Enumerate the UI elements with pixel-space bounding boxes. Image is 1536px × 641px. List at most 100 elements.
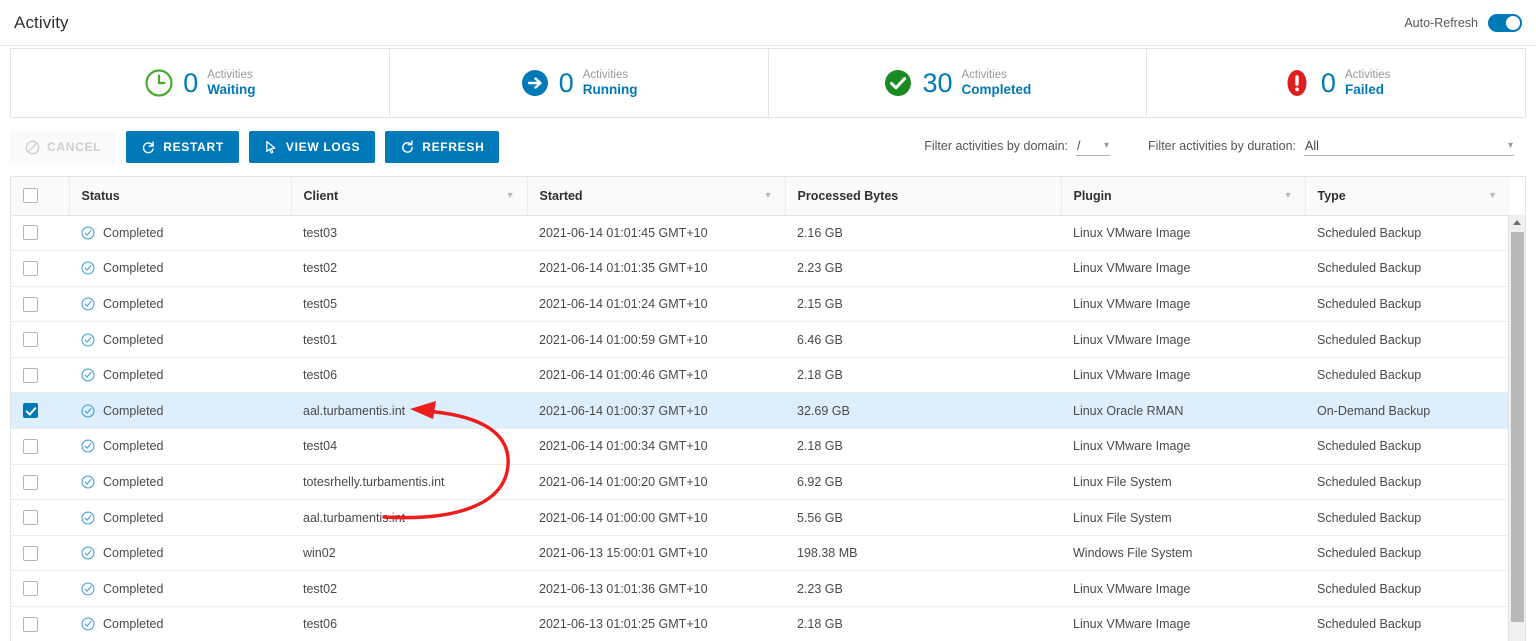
filter-duration-value: All bbox=[1305, 138, 1319, 153]
row-checkbox[interactable] bbox=[23, 367, 38, 383]
column-header-processed-bytes[interactable]: Processed Bytes bbox=[784, 177, 1061, 216]
row-select-cell[interactable] bbox=[11, 535, 69, 572]
scroll-up-arrow-icon[interactable] bbox=[1509, 215, 1525, 230]
type-cell: Scheduled Backup bbox=[1305, 250, 1509, 287]
type-cell: Scheduled Backup bbox=[1305, 464, 1509, 501]
column-header-status[interactable]: Status bbox=[68, 177, 291, 216]
filter-duration: Filter activities by duration: All ▾ bbox=[1148, 139, 1514, 156]
client-cell: test02 bbox=[291, 570, 527, 608]
table-row[interactable]: Completed test06 2021-06-13 01:01:25 GMT+1… bbox=[11, 606, 1509, 641]
row-checkbox[interactable] bbox=[23, 616, 38, 632]
row-checkbox[interactable] bbox=[23, 225, 38, 241]
row-select-cell[interactable] bbox=[11, 606, 69, 641]
processed-bytes-cell: 2.23 GB bbox=[785, 250, 1061, 287]
auto-refresh-toggle[interactable] bbox=[1488, 13, 1522, 32]
status-check-circle-icon bbox=[81, 475, 95, 489]
table-row[interactable]: Completed test01 2021-06-14 01:00:59 GMT+1… bbox=[11, 321, 1509, 358]
page-title: Activity bbox=[14, 12, 69, 32]
status-cell: Completed bbox=[69, 428, 291, 465]
processed-bytes-cell: 2.18 GB bbox=[785, 357, 1061, 394]
type-cell: Scheduled Backup bbox=[1305, 215, 1509, 252]
row-select-cell[interactable] bbox=[11, 499, 69, 536]
plugin-cell: Linux VMware Image bbox=[1061, 428, 1305, 465]
select-all-header[interactable] bbox=[11, 177, 69, 216]
row-checkbox[interactable] bbox=[23, 545, 38, 561]
summary-card-running[interactable]: 0 Activities Running bbox=[388, 49, 768, 117]
plugin-cell: Linux VMware Image bbox=[1061, 321, 1305, 358]
status-check-circle-icon bbox=[81, 617, 95, 631]
filter-duration-select[interactable]: All ▾ bbox=[1304, 139, 1514, 156]
status-label: Completed bbox=[103, 546, 164, 561]
view-logs-button-label: VIEW LOGS bbox=[285, 140, 361, 154]
started-cell: 2021-06-14 01:01:24 GMT+10 bbox=[527, 286, 785, 323]
status-cell: Completed bbox=[69, 570, 291, 608]
activity-table-container: Status Client ▼ Started ▼ Processed Bytes … bbox=[10, 176, 1526, 641]
cancel-button[interactable]: CANCEL bbox=[10, 131, 117, 163]
client-cell: aal.turbamentis.int bbox=[291, 499, 527, 536]
row-select-cell[interactable] bbox=[11, 250, 69, 287]
filter-caret-icon[interactable]: ▼ bbox=[764, 191, 773, 200]
column-header-type[interactable]: Type ▼ bbox=[1304, 177, 1509, 216]
auto-refresh-control[interactable]: Auto-Refresh bbox=[1404, 13, 1522, 32]
row-select-cell[interactable] bbox=[11, 428, 69, 465]
scrollbar-thumb[interactable] bbox=[1511, 232, 1524, 622]
started-cell: 2021-06-14 01:00:20 GMT+10 bbox=[527, 464, 785, 501]
view-logs-button[interactable]: VIEW LOGS bbox=[248, 131, 376, 163]
column-header-client[interactable]: Client ▼ bbox=[290, 177, 527, 216]
plugin-cell: Linux VMware Image bbox=[1061, 286, 1305, 323]
row-select-cell[interactable] bbox=[11, 215, 69, 252]
status-cell: Completed bbox=[69, 535, 291, 572]
error-circle-icon bbox=[1287, 70, 1307, 96]
status-check-circle-icon bbox=[81, 546, 95, 560]
table-row[interactable]: Completed test03 2021-06-14 01:01:45 GMT+1… bbox=[11, 215, 1509, 252]
processed-bytes-cell: 198.38 MB bbox=[785, 535, 1061, 572]
started-cell: 2021-06-14 01:00:37 GMT+10 bbox=[527, 392, 785, 430]
row-checkbox[interactable] bbox=[23, 332, 38, 348]
client-cell: test06 bbox=[291, 606, 527, 641]
status-check-circle-icon bbox=[81, 404, 95, 418]
status-check-circle-icon bbox=[81, 439, 95, 453]
table-row[interactable]: Completed test02 2021-06-13 01:01:36 GMT+1… bbox=[11, 570, 1509, 608]
column-header-started[interactable]: Started ▼ bbox=[526, 177, 785, 216]
filter-caret-icon[interactable]: ▼ bbox=[506, 191, 515, 200]
row-checkbox[interactable] bbox=[23, 403, 38, 419]
table-row[interactable]: Completed test02 2021-06-14 01:01:35 GMT+1… bbox=[11, 250, 1509, 287]
row-select-cell[interactable] bbox=[11, 286, 69, 323]
table-row[interactable]: Completed test04 2021-06-14 01:00:34 GMT+1… bbox=[11, 428, 1509, 465]
row-checkbox[interactable] bbox=[23, 510, 38, 526]
summary-card-failed[interactable]: 0 Activities Failed bbox=[1146, 49, 1525, 117]
started-cell: 2021-06-13 01:01:25 GMT+10 bbox=[527, 606, 785, 641]
row-select-cell[interactable] bbox=[11, 464, 69, 501]
row-select-cell[interactable] bbox=[11, 357, 69, 394]
table-row[interactable]: Completed totesrhelly.turbamentis.int 2021… bbox=[11, 464, 1509, 501]
table-vertical-scrollbar[interactable] bbox=[1508, 215, 1525, 641]
status-label: Completed bbox=[103, 296, 164, 311]
summary-card-completed[interactable]: 30 Activities Completed bbox=[767, 49, 1147, 117]
restart-button[interactable]: RESTART bbox=[126, 131, 239, 163]
row-select-cell[interactable] bbox=[11, 392, 69, 430]
table-header: Status Client ▼ Started ▼ Processed Bytes … bbox=[11, 177, 1509, 216]
row-checkbox[interactable] bbox=[23, 260, 38, 276]
plugin-cell: Linux VMware Image bbox=[1061, 215, 1305, 252]
row-checkbox[interactable] bbox=[23, 296, 38, 312]
row-checkbox[interactable] bbox=[23, 581, 38, 597]
row-checkbox[interactable] bbox=[23, 474, 38, 490]
refresh-button[interactable]: REFRESH bbox=[385, 131, 500, 163]
select-all-checkbox[interactable] bbox=[23, 188, 38, 204]
summary-card-waiting[interactable]: 0 Activities Waiting bbox=[11, 49, 389, 117]
row-checkbox[interactable] bbox=[23, 438, 38, 454]
cancel-icon bbox=[25, 140, 40, 154]
table-row[interactable]: Completed test05 2021-06-14 01:01:24 GMT+1… bbox=[11, 286, 1509, 323]
filter-caret-icon[interactable]: ▼ bbox=[1284, 191, 1293, 200]
table-row[interactable]: Completed aal.turbamentis.int 2021-06-14 0… bbox=[11, 392, 1509, 430]
table-row[interactable]: Completed aal.turbamentis.int 2021-06-14 0… bbox=[11, 499, 1509, 536]
row-select-cell[interactable] bbox=[11, 570, 69, 608]
filter-domain-select[interactable]: / ▾ bbox=[1076, 139, 1111, 156]
filter-caret-icon[interactable]: ▼ bbox=[1488, 191, 1497, 200]
table-row[interactable]: Completed win02 2021-06-13 15:00:01 GMT+10… bbox=[11, 535, 1509, 572]
summary-line2: Running bbox=[582, 81, 638, 97]
row-select-cell[interactable] bbox=[11, 321, 69, 358]
table-row[interactable]: Completed test06 2021-06-14 01:00:46 GMT+1… bbox=[11, 357, 1509, 394]
column-header-plugin[interactable]: Plugin ▼ bbox=[1060, 177, 1305, 216]
started-cell: 2021-06-13 15:00:01 GMT+10 bbox=[527, 535, 785, 572]
